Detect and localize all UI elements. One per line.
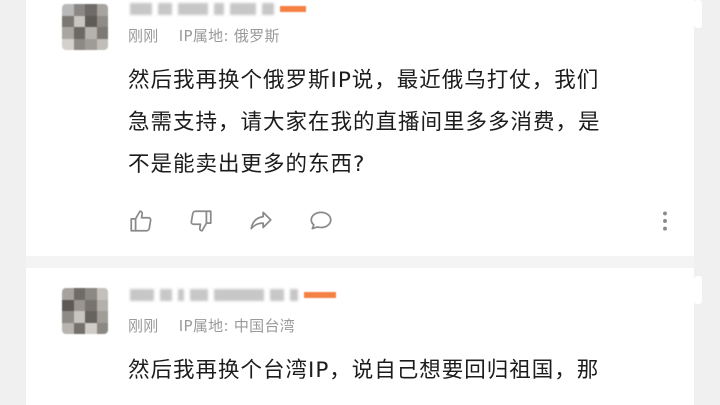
- share-icon: [250, 211, 272, 230]
- comment-text-line: 急需支持，请大家在我的直播间里多多消费，是: [128, 110, 601, 135]
- comment-bubble-icon: [310, 211, 332, 230]
- comment-feed: 刚刚 IP属地: 俄罗斯 然后我再换个俄罗斯IP说，最近俄乌打仗，我们 急需支持…: [26, 0, 694, 405]
- comment-meta: 刚刚 IP属地: 中国台湾: [128, 315, 295, 336]
- comment-meta: 刚刚 IP属地: 俄罗斯: [128, 25, 280, 46]
- comment-actions: [126, 206, 686, 240]
- avatar[interactable]: [62, 288, 108, 334]
- comment-time: 刚刚: [128, 27, 159, 45]
- comment-item: 刚刚 IP属地: 中国台湾 然后我再换个台湾IP，说自己想要回归祖国，那: [26, 268, 694, 405]
- ip-location: 中国台湾: [233, 317, 296, 335]
- dislike-button[interactable]: [186, 206, 216, 236]
- thumbs-down-icon: [190, 210, 212, 232]
- more-vertical-icon: [663, 211, 667, 231]
- comment-text: 然后我再换个台湾IP，说自己想要回归祖国，那: [128, 350, 688, 392]
- comment-divider: [26, 256, 694, 268]
- side-panel-fragment: [694, 276, 702, 304]
- comment-text-line: 然后我再换个俄罗斯IP说，最近俄乌打仗，我们: [128, 68, 600, 93]
- comment-text: 然后我再换个俄罗斯IP说，最近俄乌打仗，我们 急需支持，请大家在我的直播间里多多…: [128, 60, 688, 186]
- ip-location: 俄罗斯: [233, 27, 280, 45]
- ip-location-colon: :: [223, 317, 229, 335]
- username-blurred[interactable]: [130, 2, 306, 16]
- side-panel-fragment: [694, 0, 702, 28]
- comment-time: 刚刚: [128, 317, 159, 335]
- avatar[interactable]: [62, 4, 108, 50]
- reply-button[interactable]: [306, 206, 336, 236]
- like-button[interactable]: [126, 206, 156, 236]
- comment-text-line: 然后我再换个台湾IP，说自己想要回归祖国，那: [128, 358, 600, 383]
- comment-item: 刚刚 IP属地: 俄罗斯 然后我再换个俄罗斯IP说，最近俄乌打仗，我们 急需支持…: [26, 0, 694, 256]
- thumbs-up-icon: [130, 210, 152, 232]
- ip-location-colon: :: [223, 27, 229, 45]
- comment-text-line: 不是能卖出更多的东西?: [128, 152, 366, 177]
- ip-location-label: IP属地: [178, 317, 224, 335]
- share-button[interactable]: [246, 206, 276, 236]
- screen: 刚刚 IP属地: 俄罗斯 然后我再换个俄罗斯IP说，最近俄乌打仗，我们 急需支持…: [0, 0, 720, 405]
- more-options-button[interactable]: [650, 206, 680, 236]
- ip-location-label: IP属地: [178, 27, 224, 45]
- username-blurred[interactable]: [130, 288, 336, 302]
- side-panel-edge: [694, 0, 720, 405]
